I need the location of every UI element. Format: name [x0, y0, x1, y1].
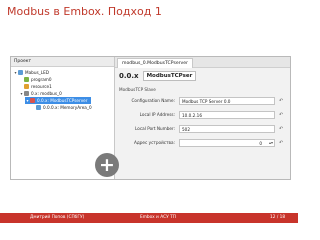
reset-icon[interactable]: ↶ — [279, 111, 283, 119]
editor-panel: modbus_0.ModbusTCPserver 0.0.x ModbusTCP… — [115, 57, 290, 179]
device-name-field[interactable]: ModbusTCPser — [142, 71, 197, 81]
tab-modbustcpserver[interactable]: modbus_0.ModbusTCPserver — [117, 58, 193, 68]
slide-footer: Дмитрий Попов (СПбГУ) Embox и АСУ ТП 12 … — [0, 213, 298, 223]
bus-icon — [24, 91, 29, 96]
tab-bar: modbus_0.ModbusTCPserver — [115, 57, 290, 68]
tree-item-mabus-led[interactable]: ▾ Mabus_LED — [13, 69, 49, 76]
project-icon — [18, 70, 23, 75]
reset-icon[interactable]: ↶ — [279, 125, 283, 133]
program-icon — [24, 77, 29, 82]
tree-item-memoryarea0[interactable]: 0.0.0.x: MemoryArea_0 — [31, 104, 92, 111]
tree-item-modbustcpserver[interactable]: ▾ 0.0.x: ModbusTCPserver — [25, 97, 92, 104]
tree-item-label: 0.x: modbus_0 — [31, 91, 62, 96]
prop-label: Local Port Number: — [135, 126, 175, 131]
reset-icon[interactable]: ↶ — [279, 139, 283, 147]
device-address-input[interactable]: 0 — [179, 139, 275, 147]
server-icon — [30, 98, 35, 103]
prop-device-address: Адрес устройства: 0 ▴▾ ↶ — [119, 138, 287, 148]
project-panel-header: Проект — [11, 57, 114, 67]
tree-item-label: resource1 — [31, 84, 52, 89]
device-header: 0.0.x ModbusTCPser — [119, 71, 197, 81]
prop-label: Local IP Address: — [139, 112, 175, 117]
tree-item-resource1[interactable]: resource1 — [19, 83, 52, 90]
section-title: ModbusTCP Slave — [119, 87, 156, 92]
resource-icon — [24, 84, 29, 89]
footer-author: Дмитрий Попов (СПбГУ) — [30, 215, 85, 220]
prop-label: Адрес устройства: — [134, 140, 175, 145]
prop-label: Configuration Name: — [131, 98, 176, 103]
tree-item-label: program0 — [31, 77, 52, 82]
local-ip-input[interactable]: 10.0.2.16 — [179, 111, 275, 119]
tree-item-label: Mabus_LED — [25, 70, 49, 75]
memory-area-icon — [36, 105, 41, 110]
reset-icon[interactable]: ↶ — [279, 97, 283, 105]
prop-configuration-name: Configuration Name: Modbus TCP Server 0.… — [119, 96, 287, 106]
tree-item-label: 0.0.x: ModbusTCPserver — [37, 98, 88, 103]
tree-item-label: 0.0.0.x: MemoryArea_0 — [43, 105, 92, 110]
device-id: 0.0.x — [119, 72, 139, 80]
slide-title: Modbus в Embox. Подход 1 — [7, 5, 162, 18]
footer-center: Embox и АСУ ТП — [140, 215, 176, 220]
tree-item-modbus0[interactable]: ▾ 0.x: modbus_0 — [19, 90, 62, 97]
ide-window: Проект ▾ Mabus_LED program0 resource1 ▾ … — [10, 56, 291, 180]
local-port-input[interactable]: 502 — [179, 125, 275, 133]
configuration-name-input[interactable]: Modbus TCP Server 0.0 — [179, 97, 275, 105]
prop-local-ip: Local IP Address: 10.0.2.16 ↶ — [119, 110, 287, 120]
prop-local-port: Local Port Number: 502 ↶ — [119, 124, 287, 134]
footer-page: 12 / 18 — [270, 215, 286, 220]
tree-item-program0[interactable]: program0 — [19, 76, 52, 83]
